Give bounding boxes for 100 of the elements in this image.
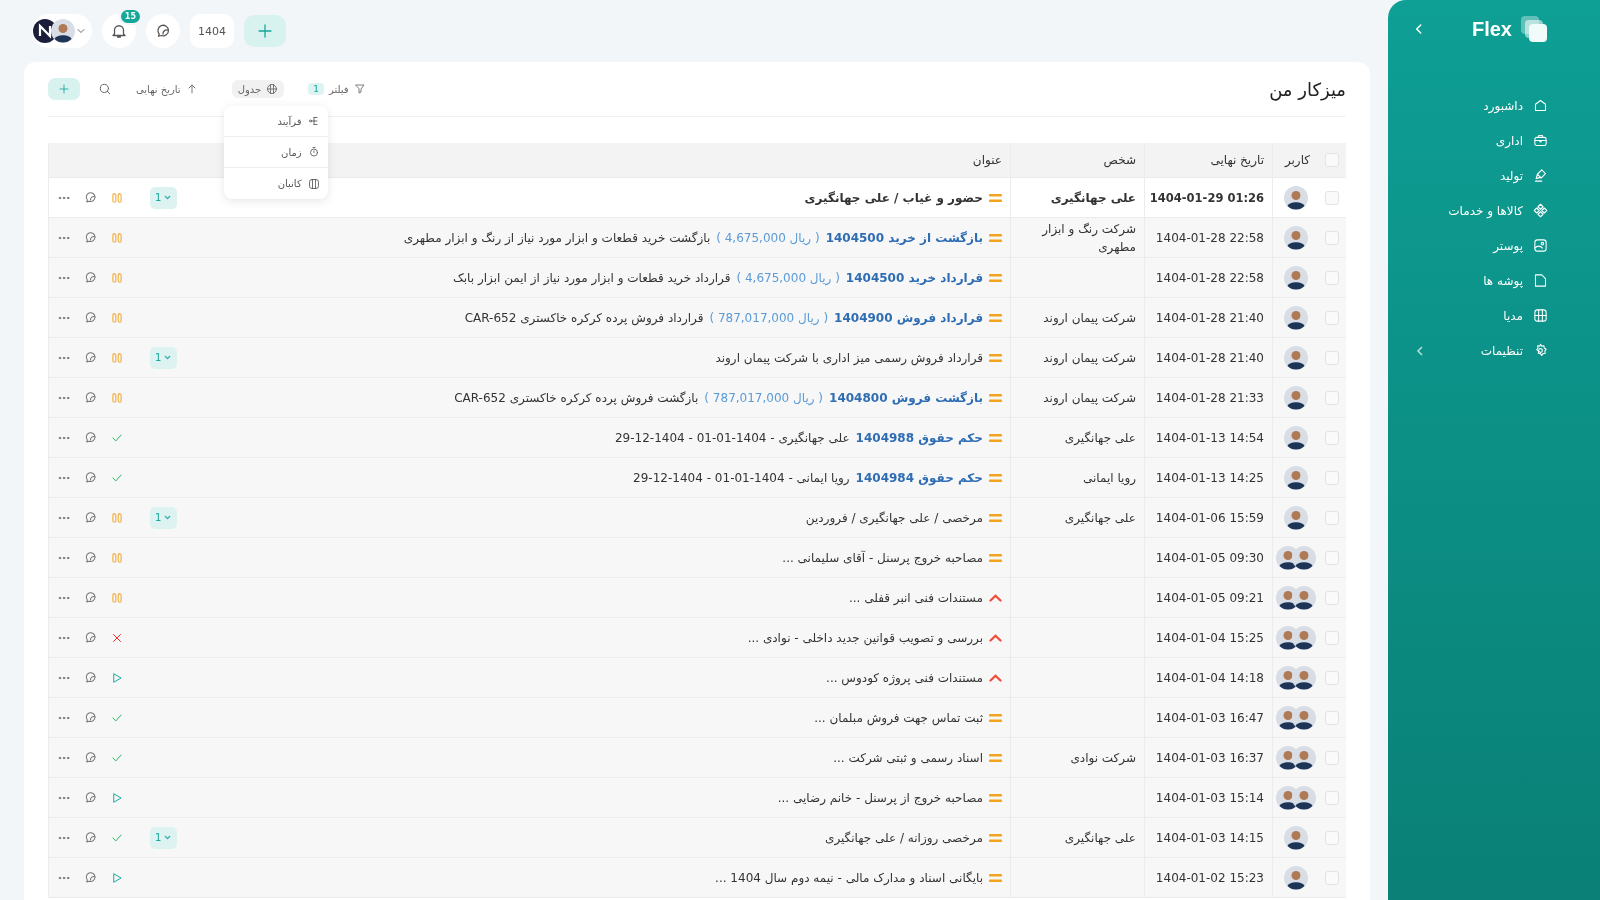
date-cell: 1404-01-28 21:40 [1155,350,1264,365]
title-text: مرخصی روزانه / علی جهانگیری [825,830,983,845]
comment-icon [83,830,98,845]
avatar [1283,425,1308,450]
avatar [1283,225,1308,250]
title-text: بررسی و تصویب قوانین جدید داخلی - نوادی ... [747,630,983,645]
date-cell: 1404-01-03 16:47 [1155,710,1264,725]
add-item-button[interactable] [48,78,80,100]
sidebar-item[interactable]: تنظیمات [1412,333,1548,368]
date-cell: 1404-01-28 22:58 [1155,230,1264,245]
avatar [1291,625,1316,650]
amount-text: ( 4,675,000 ریال ) [736,270,840,285]
avatar [1283,825,1308,850]
notification-count: 15 [118,8,142,25]
comment-icon [83,550,98,565]
date-cell: 1404-01-03 15:14 [1155,790,1264,805]
year-button[interactable]: 1404 [190,14,234,48]
comment-icon [83,430,98,445]
avatar [1283,185,1308,210]
avatar [1291,745,1316,770]
logo-text: Flex [1471,17,1512,41]
comment-icon [83,310,98,325]
amount-text: ( 4,675,000 ریال ) [716,230,820,245]
person-cell-text: شرکت پیمان اروند [1043,349,1136,367]
avatar [1283,505,1308,530]
person-cell-text: شرکت رنگ و ابزار مطهری [1040,220,1136,256]
comment-icon [83,230,98,245]
title-text: مصاحبه خروج از پرسنل - خانم رضایی ... [777,790,983,805]
comment-icon [83,390,98,405]
plus-icon [58,83,70,95]
title-text: بازگشت خرید قطعات و ابزار مورد نیاز از رنگ و ابزار مطهری [403,230,711,245]
settings-icon [1533,343,1548,358]
search-icon [98,82,112,96]
document-link[interactable]: قرارداد خرید 1404500 [845,270,983,285]
comment-icon [83,270,98,285]
sidebar-item[interactable]: پوستر [1412,228,1548,263]
comment-icon [83,510,98,525]
document-link[interactable]: حکم حقوق 1404984 [855,470,983,485]
document-link[interactable]: حکم حقوق 1404988 [855,430,983,445]
sidebar-item[interactable]: مدیا [1412,298,1548,333]
comment-icon [83,350,98,365]
date-cell: 1404-01-03 16:37 [1155,750,1264,765]
date-cell: 1404-01-02 15:23 [1155,870,1264,885]
profile-menu-button[interactable] [32,14,92,48]
person-cell-text: رویا ایمانی [1083,469,1136,487]
title-text: قرارداد خرید قطعات و ابزار مورد نیاز از ایمن ابزار بابک [453,270,731,285]
date-cell: 1404-01-28 21:40 [1155,310,1264,325]
date-cell: 1404-01-28 21:33 [1155,390,1264,405]
plus-icon [256,22,274,40]
title-text: بازگشت فروش پرده کرکره خاکستری CAR-652 [454,390,699,405]
title-text: قرارداد فروش پرده کرکره خاکستری CAR-652 [464,310,704,325]
title-text: بایگانی اسناد و مدارک مالی - نیمه دوم سال 1404 ... [715,870,983,885]
person-cell-text: شرکت پیمان اروند [1043,309,1136,327]
image-icon [1533,238,1548,253]
add-button[interactable] [244,15,286,47]
comment-icon [83,630,98,645]
column-header: عنوان [972,153,1002,167]
amount-text: ( 787,017,000 ریال ) [709,310,829,325]
comment-icon [83,710,98,725]
amount-text: ( 787,017,000 ریال ) [704,390,824,405]
date-cell: 1404-01-04 14:18 [1155,670,1264,685]
person-cell-text: علی جهانگیری [1064,829,1136,847]
person-cell-text: علی جهانگیری [1064,429,1136,447]
document-link[interactable]: قرارداد فروش 1404900 [834,310,983,325]
grid-icon [1533,308,1548,323]
sidebar-item[interactable]: پوشه ها [1412,263,1548,298]
home-icon [1533,98,1548,113]
menu-item[interactable]: فرآیند [223,106,328,137]
avatar [1283,265,1308,290]
logo-icon [1520,15,1548,43]
avatar [1283,865,1308,890]
title-text: مستندات فنی انبر قفلی ... [848,590,983,605]
avatar [1291,705,1316,730]
sidebar-item[interactable]: کالاها و خدمات [1412,193,1548,228]
row-checkbox[interactable] [1325,190,1339,205]
date-cell: 1404-01-13 14:25 [1155,470,1264,485]
document-link[interactable]: بازگشت از خرید 1404500 [825,230,983,245]
title-text: رویا ایمانی - 1404-01-01 - 1404-12-29 [633,470,850,485]
avatar [1291,585,1316,610]
caret-icon [163,513,173,522]
date-cell: 1404-01-13 14:54 [1155,430,1264,445]
title-text: قرارداد فروش رسمی میز اداری با شرکت پیمان اروند [715,350,983,365]
filter-label: فیلتر [328,83,349,95]
sort-button[interactable]: تاریخ نهایی [130,80,204,98]
avatar [1283,465,1308,490]
caret-icon [163,353,173,362]
avatar [1283,345,1308,370]
page-title: میزکار من [1269,78,1346,100]
caret-icon [163,833,173,842]
document-link[interactable]: بازگشت فروش 1404800 [829,390,983,405]
sidebar-item[interactable]: تولید [1412,158,1548,193]
chat-button[interactable] [146,14,180,48]
avatar [1283,385,1308,410]
kanban-icon [307,177,320,190]
title-text: ثبت تماس جهت فروش مبلمان ... [814,710,983,725]
title-text: علی جهانگیری - 1404-01-01 - 1404-12-29 [614,430,850,445]
avatar [1283,305,1308,330]
date-cell: 1404-01-05 09:21 [1155,590,1264,605]
comment-icon [83,590,98,605]
funnel-icon [353,83,366,95]
